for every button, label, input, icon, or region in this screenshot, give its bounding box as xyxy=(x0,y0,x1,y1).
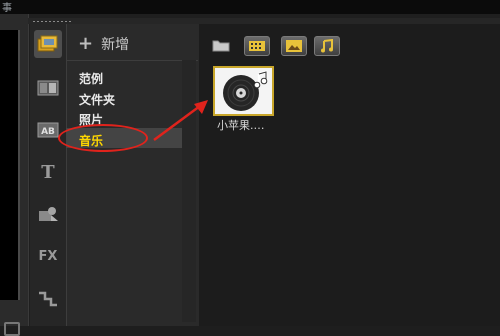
image-filter-icon xyxy=(286,40,302,52)
panel-grip[interactable] xyxy=(32,20,72,23)
path-icon xyxy=(39,291,57,307)
divider xyxy=(66,60,198,61)
show-video-button[interactable] xyxy=(244,36,270,56)
folder-item-folder[interactable]: 文件夹 xyxy=(79,91,115,108)
transition-icon xyxy=(37,80,59,96)
add-folder-button[interactable]: + 新增 xyxy=(78,34,129,54)
graphic-icon xyxy=(39,207,58,221)
fx-category-button[interactable]: FX xyxy=(34,242,62,270)
snapshot-icon[interactable] xyxy=(4,322,20,336)
path-category-button[interactable] xyxy=(34,284,62,312)
window-title: 事 xyxy=(2,3,12,14)
plus-icon: + xyxy=(78,33,94,54)
media-thumbnail[interactable] xyxy=(213,66,274,116)
folder-icon[interactable] xyxy=(212,38,230,52)
media-item-label: 小苹果.… xyxy=(217,119,265,132)
video-filter-icon xyxy=(249,41,265,51)
title-bar: 事 xyxy=(0,0,500,15)
text-category-button[interactable]: T xyxy=(34,158,62,186)
graphic-category-button[interactable] xyxy=(34,200,62,228)
annotation-circle xyxy=(58,124,148,152)
media-category-button[interactable] xyxy=(34,30,62,58)
folder-item-samples[interactable]: 范例 xyxy=(79,70,103,87)
audio-filter-icon xyxy=(321,39,333,53)
text-icon: T xyxy=(41,161,55,183)
transition-category-button[interactable] xyxy=(34,74,62,102)
media-icon xyxy=(37,35,58,52)
music-disc-icon xyxy=(215,68,272,114)
title-icon-label: AB xyxy=(41,127,55,137)
title-icon: AB xyxy=(37,122,59,138)
show-image-button[interactable] xyxy=(281,36,307,56)
left-panel xyxy=(0,14,28,336)
category-sidebar: AB T FX xyxy=(30,24,66,326)
annotation-arrow xyxy=(153,100,208,142)
fx-icon: FX xyxy=(38,248,58,264)
preview-window xyxy=(0,30,20,300)
show-audio-button[interactable] xyxy=(314,36,340,56)
add-folder-label: 新增 xyxy=(101,37,130,53)
